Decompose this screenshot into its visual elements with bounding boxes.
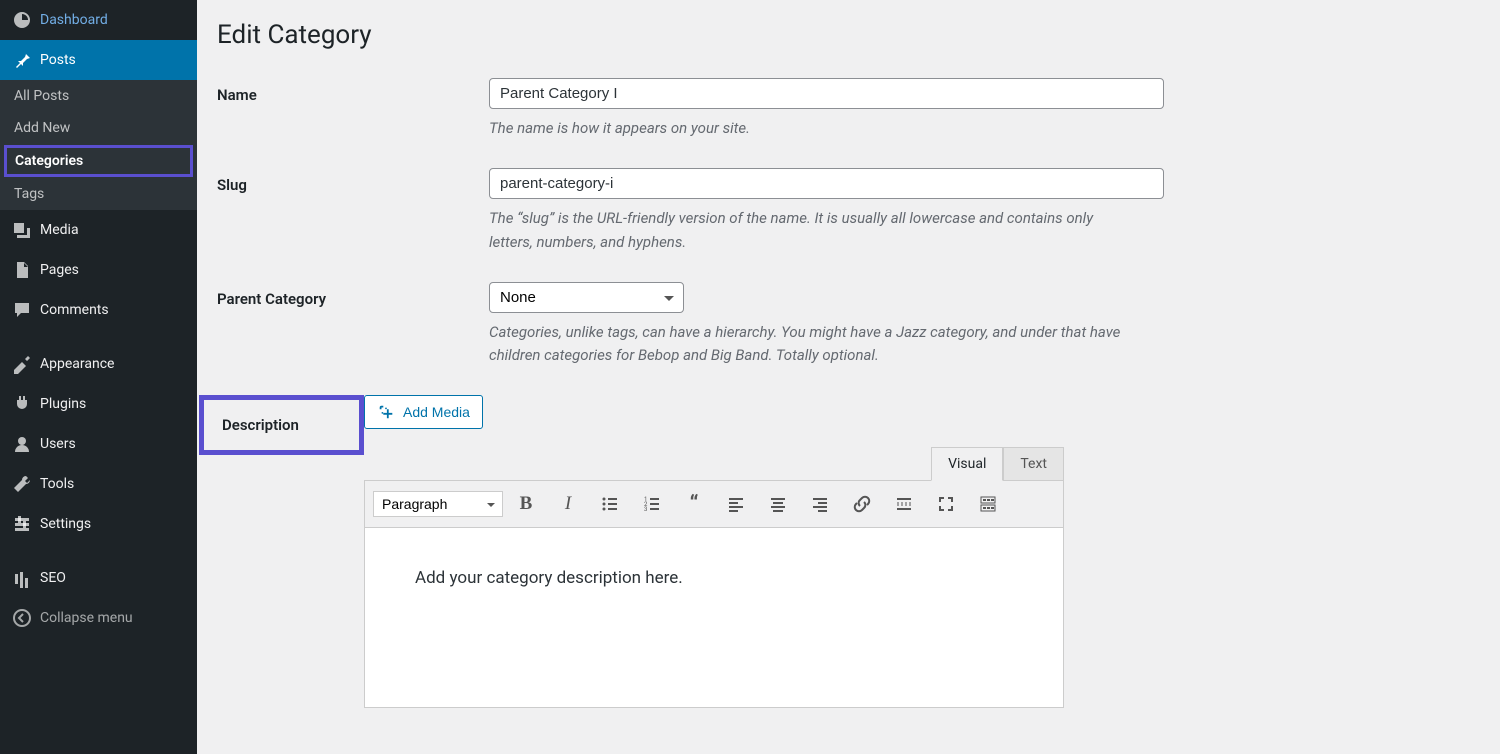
menu-item-tools[interactable]: Tools bbox=[0, 464, 197, 504]
toolbar-toggle-button[interactable] bbox=[969, 487, 1007, 521]
toolbar-numbered-list-button[interactable]: 123 bbox=[633, 487, 671, 521]
menu-label: Appearance bbox=[40, 356, 114, 372]
name-label: Name bbox=[217, 78, 489, 104]
field-description: Description Add Media Visual Text bbox=[217, 395, 1480, 708]
page-title: Edit Category bbox=[217, 0, 1480, 60]
menu-item-plugins[interactable]: Plugins bbox=[0, 384, 197, 424]
field-slug: Slug The “slug” is the URL-friendly vers… bbox=[217, 168, 1480, 254]
menu-item-settings[interactable]: Settings bbox=[0, 504, 197, 544]
pages-icon bbox=[12, 260, 32, 280]
menu-label: Pages bbox=[40, 262, 79, 278]
description-label: Description bbox=[199, 395, 364, 455]
slug-input[interactable] bbox=[489, 168, 1164, 199]
content-area: Edit Category Name The name is how it ap… bbox=[197, 0, 1500, 754]
submenu-tags[interactable]: Tags bbox=[0, 178, 197, 210]
menu-item-appearance[interactable]: Appearance bbox=[0, 344, 197, 384]
menu-label: Tools bbox=[40, 476, 74, 492]
add-media-button[interactable]: Add Media bbox=[364, 395, 483, 429]
menu-item-collapse[interactable]: Collapse menu bbox=[0, 598, 197, 638]
menu-label: Comments bbox=[40, 302, 109, 318]
parent-label: Parent Category bbox=[217, 282, 489, 308]
seo-icon bbox=[12, 568, 32, 588]
menu-item-dashboard[interactable]: Dashboard bbox=[0, 0, 197, 40]
toolbar-bold-button[interactable]: B bbox=[507, 487, 545, 521]
media-icon bbox=[12, 220, 32, 240]
toolbar-italic-button[interactable]: I bbox=[549, 487, 587, 521]
collapse-icon bbox=[12, 608, 32, 628]
toolbar-link-button[interactable] bbox=[843, 487, 881, 521]
format-select[interactable]: Paragraph bbox=[373, 491, 503, 517]
menu-item-seo[interactable]: SEO bbox=[0, 558, 197, 598]
toolbar-align-center-button[interactable] bbox=[759, 487, 797, 521]
field-name: Name The name is how it appears on your … bbox=[217, 78, 1480, 140]
tools-icon bbox=[12, 474, 32, 494]
toolbar-insert-more-button[interactable] bbox=[885, 487, 923, 521]
name-help: The name is how it appears on your site. bbox=[489, 117, 1129, 140]
menu-label: Users bbox=[40, 436, 76, 452]
menu-label: Collapse menu bbox=[40, 610, 133, 626]
slug-help: The “slug” is the URL-friendly version o… bbox=[489, 207, 1129, 254]
parent-select[interactable]: None bbox=[489, 282, 684, 313]
toolbar-blockquote-button[interactable]: “ bbox=[675, 487, 713, 521]
admin-sidebar: Dashboard Posts All Posts Add New Catego… bbox=[0, 0, 197, 754]
menu-label: SEO bbox=[40, 570, 66, 586]
dashboard-icon bbox=[12, 10, 32, 30]
settings-icon bbox=[12, 514, 32, 534]
editor-tab-text[interactable]: Text bbox=[1003, 447, 1064, 481]
submenu-add-new[interactable]: Add New bbox=[0, 112, 197, 144]
toolbar-fullscreen-button[interactable] bbox=[927, 487, 965, 521]
menu-label: Plugins bbox=[40, 396, 86, 412]
menu-item-pages[interactable]: Pages bbox=[0, 250, 197, 290]
description-editor[interactable]: Add your category description here. bbox=[364, 528, 1064, 708]
toolbar-align-right-button[interactable] bbox=[801, 487, 839, 521]
editor-tab-visual[interactable]: Visual bbox=[931, 447, 1003, 481]
name-input[interactable] bbox=[489, 78, 1164, 109]
toolbar-align-left-button[interactable] bbox=[717, 487, 755, 521]
menu-label: Media bbox=[40, 222, 79, 238]
posts-submenu: All Posts Add New Categories Tags bbox=[0, 80, 197, 210]
menu-item-media[interactable]: Media bbox=[0, 210, 197, 250]
media-add-icon bbox=[377, 403, 395, 421]
menu-item-posts[interactable]: Posts bbox=[0, 40, 197, 80]
svg-text:3: 3 bbox=[644, 506, 647, 513]
submenu-all-posts[interactable]: All Posts bbox=[0, 80, 197, 112]
parent-help: Categories, unlike tags, can have a hier… bbox=[489, 321, 1129, 368]
add-media-label: Add Media bbox=[403, 404, 470, 420]
category-form: Name The name is how it appears on your … bbox=[217, 78, 1480, 708]
appearance-icon bbox=[12, 354, 32, 374]
menu-label: Settings bbox=[40, 516, 91, 532]
pin-icon bbox=[12, 50, 32, 70]
slug-label: Slug bbox=[217, 168, 489, 194]
users-icon bbox=[12, 434, 32, 454]
menu-item-users[interactable]: Users bbox=[0, 424, 197, 464]
toolbar-bullet-list-button[interactable] bbox=[591, 487, 629, 521]
menu-item-comments[interactable]: Comments bbox=[0, 290, 197, 330]
menu-label: Dashboard bbox=[40, 12, 108, 28]
menu-label: Posts bbox=[40, 52, 76, 68]
field-parent: Parent Category None Categories, unlike … bbox=[217, 282, 1480, 368]
plugins-icon bbox=[12, 394, 32, 414]
submenu-categories[interactable]: Categories bbox=[4, 145, 193, 177]
comments-icon bbox=[12, 300, 32, 320]
wysiwyg-editor: Visual Text Paragraph B I bbox=[364, 447, 1064, 708]
